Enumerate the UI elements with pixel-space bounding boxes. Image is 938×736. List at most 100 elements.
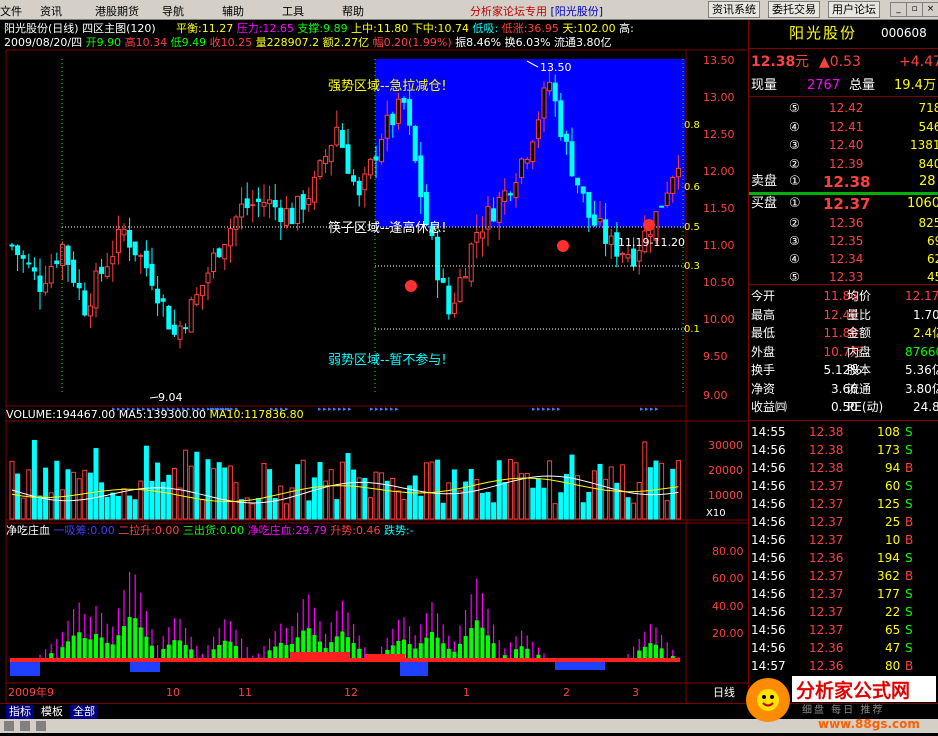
candle-body [671, 177, 675, 193]
volume-bar [553, 504, 557, 519]
candle-body [206, 273, 210, 283]
candle-body [402, 98, 406, 102]
user-forum-button[interactable]: 用户论坛 [828, 1, 880, 18]
quote-cell: 收益㈣ [751, 398, 787, 416]
header-value: 2009/08/20/四 [4, 36, 86, 49]
volume-bar [60, 490, 64, 519]
header-value: 低9.49 [171, 36, 210, 49]
restore-icon[interactable]: ▫ [906, 2, 923, 17]
volume-bar [424, 463, 428, 519]
candle-body [346, 145, 350, 173]
volume-bar [637, 482, 641, 519]
candle-body [167, 306, 171, 329]
quote-cell: 外盘 [751, 343, 775, 361]
news-system-button[interactable]: 资讯系统 [708, 1, 760, 18]
menu-hk-futures[interactable]: 港股期货 [95, 3, 139, 19]
stat-row: 外盘10.7万内盘87660 [749, 343, 938, 361]
volume-bar [116, 496, 120, 519]
pct-change: +4.47 [899, 53, 938, 71]
candle-body [77, 283, 81, 287]
candle-body [16, 246, 20, 255]
tick-row: 14:5612.3765S [749, 621, 938, 639]
quote-cell: 87660 [905, 343, 938, 361]
volume-tick: 20000 [708, 464, 743, 477]
menu-file[interactable]: 文件 [0, 3, 22, 19]
volume-bar [100, 483, 104, 519]
header-value: 升势:0.46 [330, 524, 384, 537]
tab-indicator[interactable]: 指标 [6, 705, 34, 719]
quote-cell: 12.37 [809, 603, 843, 621]
candle-body [464, 277, 468, 278]
quote-cell: S [905, 495, 913, 513]
quote-cell: 12.39 [829, 155, 863, 173]
header-value: 上中:11.80 [351, 22, 412, 35]
volume-bar [385, 481, 389, 519]
menu-news[interactable]: 资讯 [40, 3, 62, 19]
volume-unit: X10 [706, 508, 726, 519]
header-value: 开9.90 [86, 36, 125, 49]
indicator-bar [139, 627, 143, 662]
taskbar-icon[interactable] [4, 721, 14, 731]
menu-tools[interactable]: 工具 [282, 3, 304, 19]
chart-area[interactable]: 阳光股份(日线) 四区主图(120) 平衡:11.27 压力:12.65 支撑:… [0, 20, 748, 703]
quote-cell: 12.36 [809, 639, 843, 657]
tab-template[interactable]: 模板 [38, 705, 66, 719]
last-price: 12.38 [751, 53, 795, 71]
indicator-bar [290, 652, 350, 662]
candle-body [380, 140, 384, 162]
candle-body [620, 253, 624, 254]
bid1-row: 买盘 ① 12.37 1060 [749, 195, 938, 213]
indicator-bar [469, 628, 473, 662]
quote-cell: 3.80亿 [905, 380, 938, 398]
taskbar-icon[interactable] [20, 721, 30, 731]
quote-cell: 12.37 [809, 621, 843, 639]
tab-all[interactable]: 全部 [70, 705, 98, 719]
candle-body [676, 168, 680, 176]
candle-body [296, 196, 300, 223]
quote-cell: 108 [877, 423, 900, 441]
indicator-bar [130, 662, 160, 672]
volume-bar [413, 476, 417, 519]
order-trade-button[interactable]: 委托交易 [768, 1, 820, 18]
candle-body [240, 204, 244, 217]
quote-cell: 25 [885, 513, 900, 531]
tick-row: 14:5512.38108S [749, 423, 938, 441]
candle-body [72, 260, 76, 282]
ohlc-readout: 2009/08/20/四 开9.90 高10.34 低9.49 收10.25 量… [4, 35, 612, 49]
menu-navigate[interactable]: 导航 [162, 3, 184, 19]
close-icon[interactable]: × [922, 2, 938, 17]
quote-cell: 14:56 [751, 603, 786, 621]
candle-body [122, 229, 126, 235]
volume-bar [66, 470, 70, 519]
candle-body [301, 195, 305, 210]
quote-cell: 173 [877, 441, 900, 459]
volume-bar [665, 501, 669, 519]
menu-help[interactable]: 帮助 [342, 3, 364, 19]
volume-bar [312, 478, 316, 519]
quote-cell: B [905, 459, 913, 477]
stat-row: 换手5.12%股本5.36亿 [749, 361, 938, 379]
volume-row: 现量 2767 总量 19.4万 [749, 77, 938, 95]
menu-assist[interactable]: 辅助 [222, 3, 244, 19]
quote-cell: S [905, 585, 913, 603]
candle-body [357, 181, 361, 194]
candle-body [133, 242, 137, 255]
volume-bar [139, 481, 143, 519]
volume-bar [632, 503, 636, 519]
candle-body [156, 289, 160, 303]
tick-row: 14:5612.3710B [749, 531, 938, 549]
trend-marker: ▸ [385, 405, 389, 413]
period-tab[interactable]: 日线 [710, 686, 738, 700]
volume-bar [514, 463, 518, 519]
quote-cell: 14:56 [751, 459, 786, 477]
candle-body [340, 130, 344, 147]
minimize-icon[interactable]: _ [890, 2, 907, 17]
volume-bar [531, 488, 535, 519]
candle-body [413, 126, 417, 160]
volume-bar [307, 501, 311, 519]
logo-url: www.88gs.com [818, 717, 920, 731]
indicator-bar [555, 662, 605, 670]
quote-cell: 股本 [847, 361, 871, 379]
candle-body [475, 232, 479, 242]
taskbar-icon[interactable] [36, 721, 46, 731]
